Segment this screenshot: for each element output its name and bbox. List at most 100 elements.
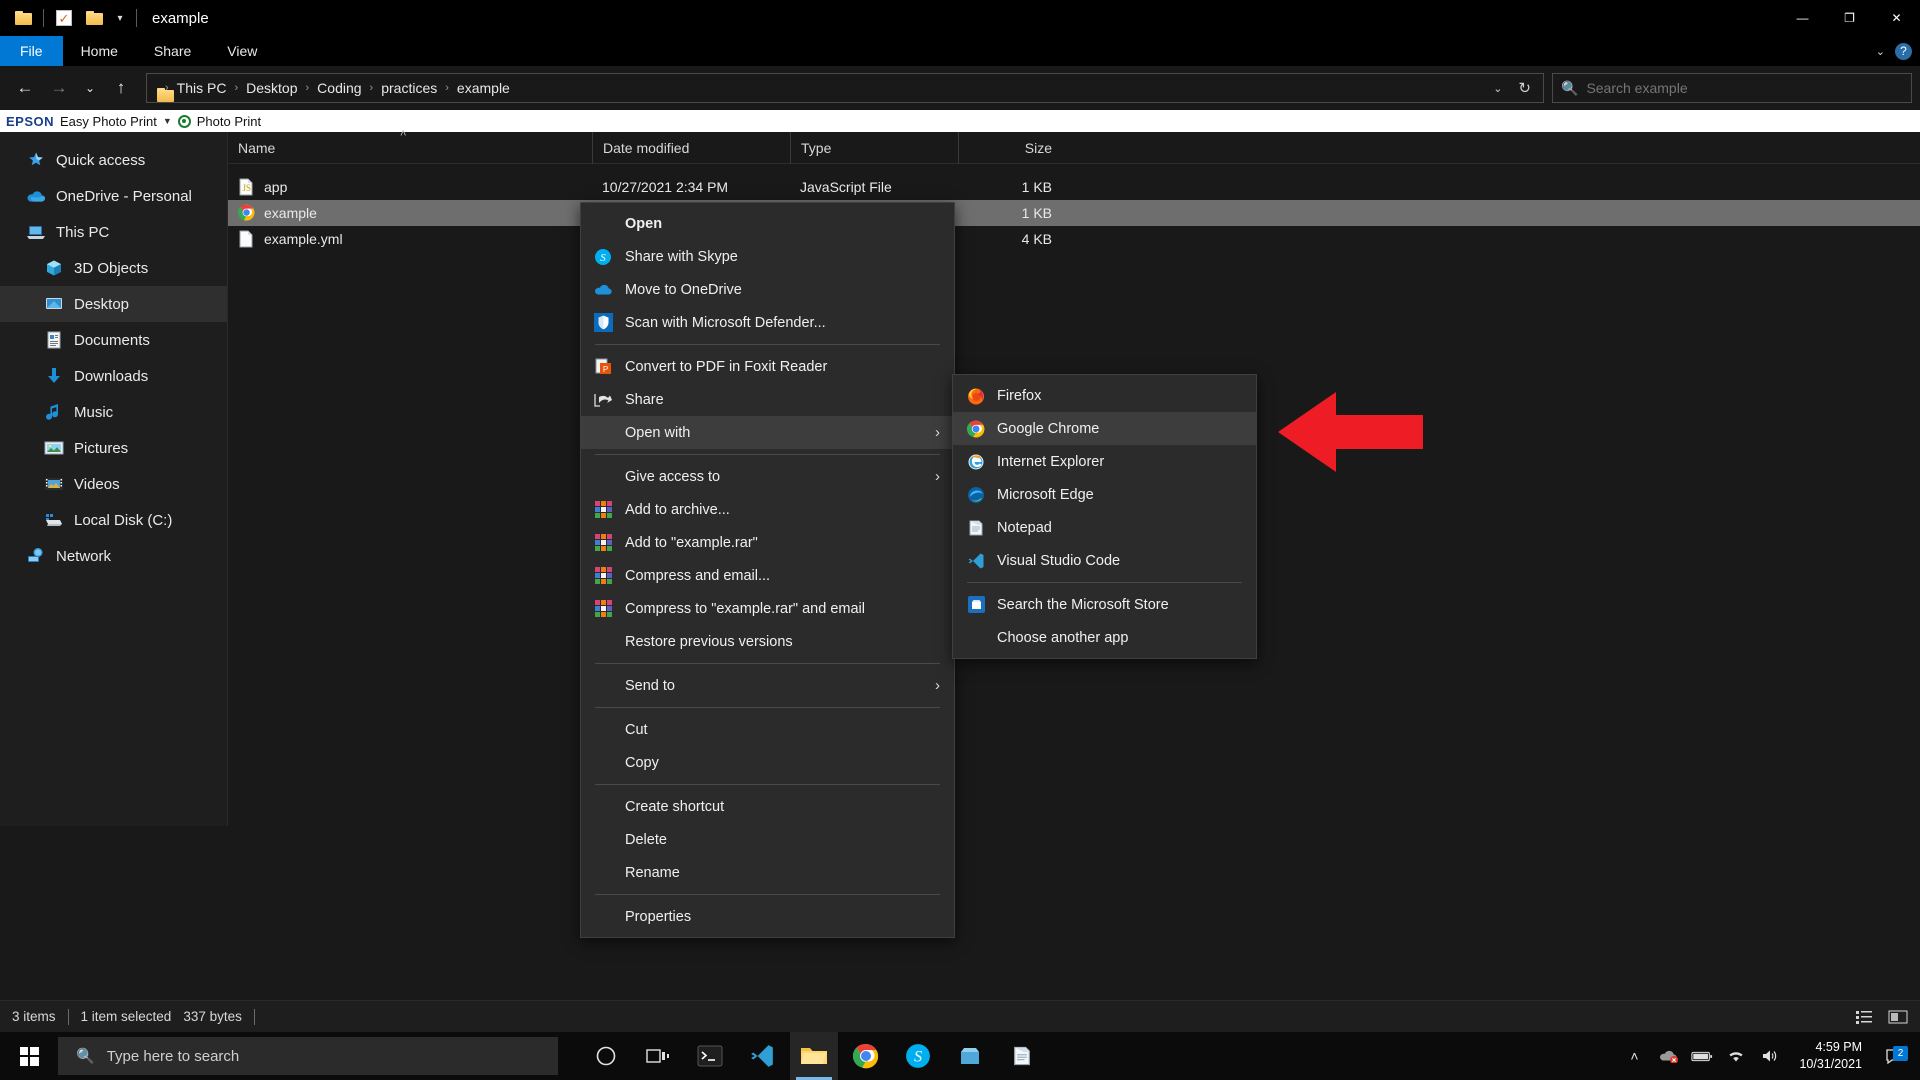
folder-icon[interactable]: [8, 0, 38, 36]
menu-item-convert-to-pdf-foxit[interactable]: P Convert to PDF in Foxit Reader: [581, 350, 954, 383]
submenu-item-internet-explorer[interactable]: Internet Explorer: [953, 445, 1256, 478]
sidebar-item-network[interactable]: Network: [0, 538, 227, 574]
menu-item-add-to-archive[interactable]: Add to archive...: [581, 493, 954, 526]
submenu-item-microsoft-edge[interactable]: Microsoft Edge: [953, 478, 1256, 511]
taskbar-search-box[interactable]: 🔍 Type here to search: [58, 1037, 558, 1075]
menu-item-add-to-example-rar[interactable]: Add to "example.rar": [581, 526, 954, 559]
menu-item-cut[interactable]: Cut: [581, 713, 954, 746]
menu-item-open-with[interactable]: Open with ›: [581, 416, 954, 449]
cortana-icon[interactable]: [582, 1032, 630, 1080]
menu-item-restore-previous-versions[interactable]: Restore previous versions: [581, 625, 954, 658]
menu-item-delete[interactable]: Delete: [581, 823, 954, 856]
sidebar-item-this-pc[interactable]: This PC: [0, 214, 227, 250]
refresh-icon[interactable]: ↻: [1510, 79, 1539, 97]
file-explorer-icon[interactable]: [790, 1032, 838, 1080]
google-chrome-icon[interactable]: [842, 1032, 890, 1080]
microsoft-store-icon[interactable]: [946, 1032, 994, 1080]
submenu-item-choose-another-app[interactable]: Choose another app: [953, 621, 1256, 654]
visual-studio-code-icon[interactable]: [738, 1032, 786, 1080]
table-row[interactable]: example.yml 10/31/2021 4:52 PM YML File …: [228, 226, 1920, 252]
recent-locations-button[interactable]: ⌄: [76, 71, 104, 105]
menu-item-share[interactable]: Share: [581, 383, 954, 416]
start-button[interactable]: [0, 1032, 58, 1080]
menu-item-properties[interactable]: Properties: [581, 900, 954, 933]
sidebar-item-videos[interactable]: Videos: [0, 466, 227, 502]
wifi-icon[interactable]: [1725, 1045, 1747, 1067]
search-box[interactable]: 🔍: [1552, 73, 1912, 103]
quick-access-toolbar[interactable]: ✓ ▾: [0, 0, 142, 36]
large-icons-view-icon[interactable]: [1886, 1006, 1910, 1028]
tab-share[interactable]: Share: [136, 36, 209, 66]
folder-icon[interactable]: [79, 0, 109, 36]
submenu-item-visual-studio-code[interactable]: Visual Studio Code: [953, 544, 1256, 577]
checkbox-icon[interactable]: ✓: [49, 0, 79, 36]
submenu-item-notepad[interactable]: Notepad: [953, 511, 1256, 544]
up-button[interactable]: ↑: [104, 71, 138, 105]
maximize-button[interactable]: ❐: [1826, 0, 1873, 36]
breadcrumb-item-example[interactable]: example: [451, 78, 516, 98]
menu-item-move-to-onedrive[interactable]: Move to OneDrive: [581, 273, 954, 306]
breadcrumb[interactable]: › This PC › Desktop › Coding › practices…: [151, 78, 1485, 98]
notepad-icon[interactable]: [998, 1032, 1046, 1080]
sidebar-item-local-disk-c[interactable]: Local Disk (C:): [0, 502, 227, 538]
tab-file[interactable]: File: [0, 36, 63, 66]
notification-center-icon[interactable]: 2: [1880, 1045, 1910, 1067]
table-row[interactable]: example 10/31/2021 4:54 PM Chrome HTML D…: [228, 200, 1920, 226]
menu-item-send-to[interactable]: Send to ›: [581, 669, 954, 702]
address-bar[interactable]: › This PC › Desktop › Coding › practices…: [146, 73, 1544, 103]
menu-item-create-shortcut[interactable]: Create shortcut: [581, 790, 954, 823]
chevron-down-icon[interactable]: ▼: [163, 116, 172, 126]
column-header-date-modified[interactable]: Date modified: [592, 131, 790, 164]
column-header-type[interactable]: Type: [790, 131, 958, 164]
onedrive-tray-icon[interactable]: [1657, 1045, 1679, 1067]
sidebar-item-onedrive[interactable]: OneDrive - Personal: [0, 178, 227, 214]
menu-item-scan-with-defender[interactable]: Scan with Microsoft Defender...: [581, 306, 954, 339]
skype-icon[interactable]: S: [894, 1032, 942, 1080]
sidebar-item-documents[interactable]: Documents: [0, 322, 227, 358]
taskbar-clock[interactable]: 4:59 PM 10/31/2021: [1793, 1039, 1868, 1073]
submenu-item-google-chrome[interactable]: Google Chrome: [953, 412, 1256, 445]
details-view-icon[interactable]: [1852, 1006, 1876, 1028]
menu-item-share-with-skype[interactable]: S Share with Skype: [581, 240, 954, 273]
sidebar-item-quick-access[interactable]: Quick access: [0, 142, 227, 178]
help-icon[interactable]: ?: [1895, 42, 1912, 60]
breadcrumb-item-coding[interactable]: Coding: [311, 78, 367, 98]
search-input[interactable]: [1586, 80, 1903, 96]
column-header-size[interactable]: Size: [958, 131, 1064, 164]
volume-icon[interactable]: [1759, 1045, 1781, 1067]
menu-item-copy[interactable]: Copy: [581, 746, 954, 779]
minimize-button[interactable]: —: [1779, 0, 1826, 36]
tab-home[interactable]: Home: [63, 36, 136, 66]
breadcrumb-item-desktop[interactable]: Desktop: [240, 78, 303, 98]
sidebar-item-music[interactable]: Music: [0, 394, 227, 430]
sidebar-item-pictures[interactable]: Pictures: [0, 430, 227, 466]
context-menu[interactable]: Open S Share with Skype Move to OneDrive…: [580, 202, 955, 938]
submenu-item-search-the-microsoft-store[interactable]: Search the Microsoft Store: [953, 588, 1256, 621]
sidebar-item-desktop[interactable]: Desktop: [0, 286, 227, 322]
sidebar-item-downloads[interactable]: Downloads: [0, 358, 227, 394]
column-header-name[interactable]: Name ˄: [228, 128, 592, 164]
chevron-down-icon[interactable]: ⌄: [1876, 45, 1885, 58]
breadcrumb-item-practices[interactable]: practices: [375, 78, 443, 98]
tab-view[interactable]: View: [209, 36, 275, 66]
menu-item-open[interactable]: Open: [581, 207, 954, 240]
chevron-down-icon[interactable]: ▾: [109, 13, 131, 24]
table-row[interactable]: JS app 10/27/2021 2:34 PM JavaScript Fil…: [228, 174, 1920, 200]
open-with-submenu[interactable]: Firefox Google Chrome Internet Explorer …: [952, 374, 1257, 659]
menu-item-rename[interactable]: Rename: [581, 856, 954, 889]
forward-button[interactable]: →: [42, 71, 76, 105]
windows-terminal-icon[interactable]: [686, 1032, 734, 1080]
back-button[interactable]: ←: [8, 71, 42, 105]
task-view-icon[interactable]: [634, 1032, 682, 1080]
menu-item-compress-to-example-rar-and-email[interactable]: Compress to "example.rar" and email: [581, 592, 954, 625]
menu-item-give-access-to[interactable]: Give access to ›: [581, 460, 954, 493]
chevron-down-icon[interactable]: ⌄: [1485, 82, 1510, 95]
close-button[interactable]: ✕: [1873, 0, 1920, 36]
show-hidden-icons-chevron-icon[interactable]: ˄: [1623, 1045, 1645, 1067]
submenu-item-firefox[interactable]: Firefox: [953, 379, 1256, 412]
battery-icon[interactable]: [1691, 1045, 1713, 1067]
menu-item-compress-and-email[interactable]: Compress and email...: [581, 559, 954, 592]
breadcrumb-item-this-pc[interactable]: This PC: [171, 78, 233, 98]
photo-print-button[interactable]: Photo Print: [197, 114, 261, 129]
sidebar-item-3d-objects[interactable]: 3D Objects: [0, 250, 227, 286]
